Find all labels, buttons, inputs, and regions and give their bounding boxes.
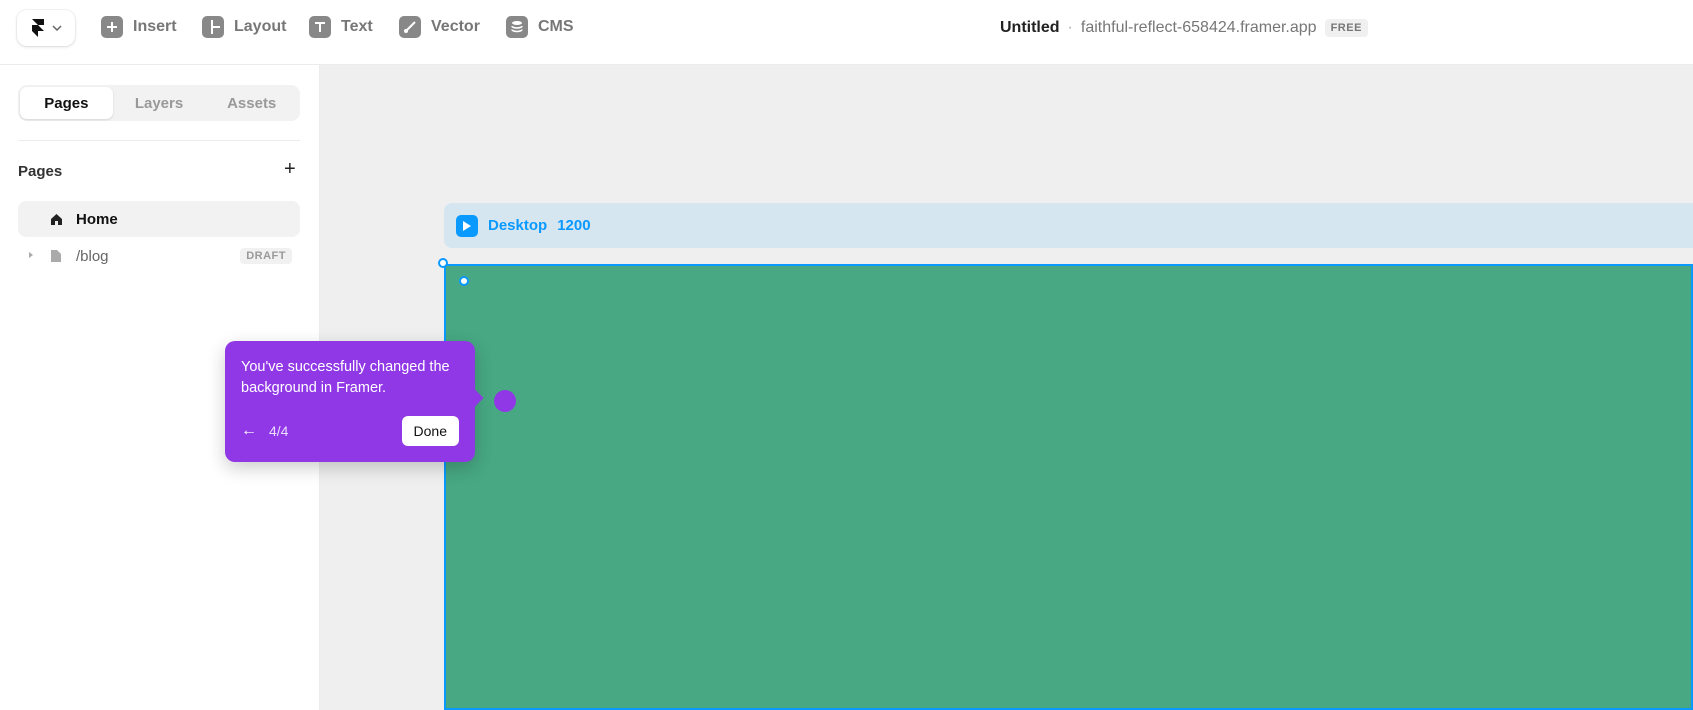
vector-icon	[399, 16, 421, 38]
insert-label: Insert	[133, 18, 177, 35]
pages-section-title: Pages	[18, 163, 63, 180]
tooltip-footer: ← 4/4 Done	[241, 416, 459, 446]
back-arrow-icon[interactable]: ←	[241, 422, 269, 440]
top-toolbar: Insert Layout Text Vector CMS Untitled ·…	[0, 0, 1693, 65]
database-icon	[506, 16, 528, 38]
text-label: Text	[341, 18, 373, 35]
canvas[interactable]: Desktop 1200	[320, 65, 1693, 710]
page-label-blog: /blog	[76, 247, 109, 265]
frame-width: 1200	[557, 217, 591, 234]
plus-icon	[101, 16, 123, 38]
document-url: faithful-reflect-658424.framer.app	[1080, 19, 1317, 36]
title-separator: ·	[1067, 19, 1073, 36]
layout-tool-button[interactable]: Layout	[202, 14, 286, 40]
resize-handle[interactable]	[438, 258, 448, 268]
home-icon	[44, 213, 68, 226]
document-title[interactable]: Untitled · faithful-reflect-658424.frame…	[1000, 17, 1368, 39]
play-icon[interactable]	[456, 214, 478, 237]
tab-assets[interactable]: Assets	[205, 87, 298, 119]
document-name: Untitled	[1000, 19, 1060, 36]
guide-tooltip: You've successfully changed the backgrou…	[225, 341, 484, 462]
add-page-button[interactable]: +	[284, 159, 296, 179]
layout-label: Layout	[234, 18, 287, 35]
tab-pages[interactable]: Pages	[20, 87, 113, 119]
layout-icon	[202, 16, 224, 38]
frame-header[interactable]: Desktop 1200	[444, 203, 1693, 248]
page-item-home[interactable]: Home	[18, 201, 300, 237]
framer-app: Insert Layout Text Vector CMS Untitled ·…	[0, 0, 1693, 710]
draft-badge: DRAFT	[240, 248, 292, 264]
tab-layers[interactable]: Layers	[113, 87, 206, 119]
sidebar-divider	[18, 140, 300, 141]
step-counter: 4/4	[269, 423, 289, 439]
tooltip-message: You've successfully changed the backgrou…	[241, 359, 450, 396]
page-icon	[44, 249, 68, 263]
vector-label: Vector	[431, 18, 480, 35]
expand-caret-icon[interactable]	[18, 251, 44, 261]
sidebar-tabs: Pages Layers Assets	[18, 85, 300, 121]
desktop-frame[interactable]	[444, 264, 1693, 710]
insert-tool-button[interactable]: Insert	[101, 14, 177, 40]
framer-menu-button[interactable]	[17, 10, 75, 46]
page-item-blog[interactable]: /blog DRAFT	[18, 238, 300, 274]
text-icon	[309, 16, 331, 38]
text-tool-button[interactable]: Text	[309, 14, 373, 40]
page-label-home: Home	[76, 210, 118, 228]
cms-tool-button[interactable]: CMS	[506, 14, 574, 40]
guide-beacon	[494, 390, 516, 412]
framer-logo-icon	[32, 19, 44, 37]
done-button[interactable]: Done	[401, 416, 459, 446]
chevron-down-icon	[52, 25, 62, 31]
frame-origin-handle[interactable]	[459, 276, 469, 286]
plan-badge: FREE	[1324, 19, 1368, 37]
frame-name: Desktop	[488, 217, 548, 234]
cms-label: CMS	[538, 18, 574, 35]
vector-tool-button[interactable]: Vector	[399, 14, 480, 40]
